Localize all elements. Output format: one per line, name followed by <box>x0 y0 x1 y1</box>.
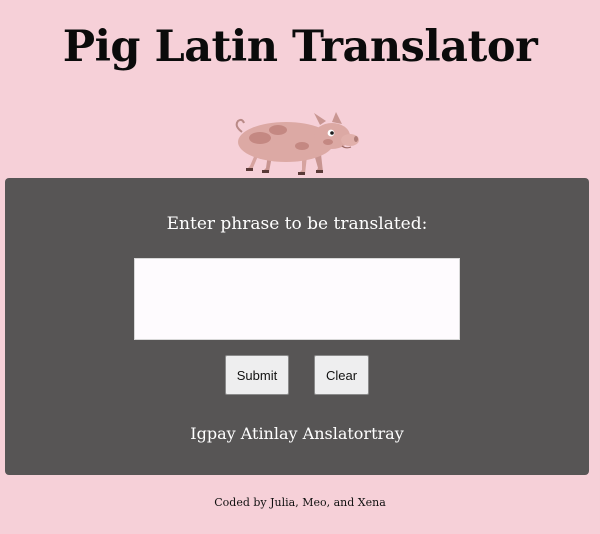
prompt-label: Enter phrase to be translated: <box>166 214 428 234</box>
page-title: Pig Latin Translator <box>62 22 538 72</box>
footer-credit: Coded by Julia, Meo, and Xena <box>214 496 386 509</box>
translation-output: Igpay Atinlay Anslatortray <box>190 424 404 443</box>
submit-button[interactable]: Submit <box>225 355 289 395</box>
phrase-input[interactable] <box>134 258 460 340</box>
pig-icon <box>235 112 359 175</box>
clear-button[interactable]: Clear <box>314 355 369 395</box>
translator-panel: Enter phrase to be translated: Submit Cl… <box>5 178 589 475</box>
